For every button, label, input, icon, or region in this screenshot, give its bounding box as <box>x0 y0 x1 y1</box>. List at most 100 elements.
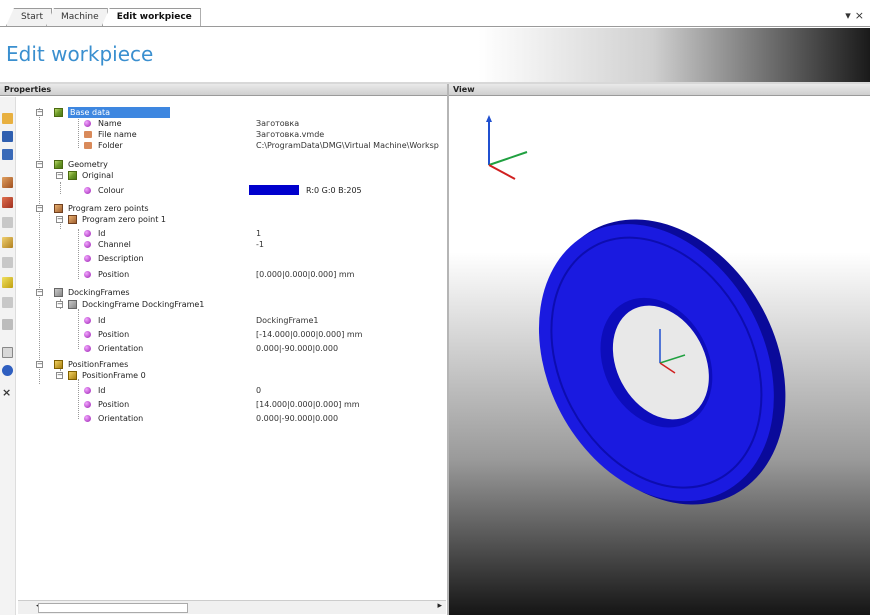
collapse-icon[interactable]: − <box>36 289 43 296</box>
tree-label: DockingFrame DockingFrame1 <box>82 300 205 309</box>
property-value: [14.000|0.000|0.000] mm <box>256 400 360 409</box>
close-icon[interactable]: × <box>855 9 864 22</box>
cube-add-icon[interactable] <box>2 237 13 248</box>
cube-icon <box>68 171 77 180</box>
tree-label: Description <box>98 254 144 263</box>
tree-label: Base data <box>68 107 171 118</box>
property-icon <box>84 255 91 262</box>
cube-icon <box>54 288 63 297</box>
tree-label: Position <box>98 330 130 339</box>
scrollbar-thumb[interactable] <box>38 603 188 613</box>
tree-row-df-id[interactable]: Id DockingFrame1 <box>18 315 446 326</box>
page-header: Edit workpiece <box>0 28 870 82</box>
property-value: DockingFrame1 <box>256 316 319 325</box>
property-icon <box>84 120 91 127</box>
axis-x-icon <box>488 164 516 180</box>
tree-row-geometry[interactable]: − Geometry <box>18 159 446 170</box>
delete-icon[interactable]: × <box>2 387 13 398</box>
cube-grey3-icon[interactable] <box>2 297 13 308</box>
tree-row-pf-id[interactable]: Id 0 <box>18 385 446 396</box>
property-value: [0.000|0.000|0.000] mm <box>256 270 355 279</box>
property-value: C:\ProgramData\DMG\Virtual Machine\Works… <box>256 141 439 150</box>
tree-row-name[interactable]: Name Заготовка <box>18 118 446 129</box>
axis-y-icon <box>488 151 528 166</box>
page-title: Edit workpiece <box>6 42 154 66</box>
tree-label: Id <box>98 229 106 238</box>
view-panel-header: View <box>449 84 870 96</box>
tree-row-pzp-position[interactable]: Position [0.000|0.000|0.000] mm <box>18 269 446 280</box>
collapse-icon[interactable]: − <box>36 205 43 212</box>
tab-start[interactable]: Start <box>6 8 52 26</box>
tree-label: Id <box>98 316 106 325</box>
tree-row-program-zero-point-1[interactable]: − Program zero point 1 <box>18 214 446 225</box>
property-value: 1 <box>256 229 262 238</box>
tree-row-pf-orientation[interactable]: Orientation 0.000|-90.000|0.000 <box>18 413 446 424</box>
property-value: Заготовка.vmde <box>256 130 325 139</box>
cube-icon <box>54 360 63 369</box>
colour-swatch[interactable] <box>249 185 299 195</box>
tree-row-pzp-channel[interactable]: Channel -1 <box>18 239 446 250</box>
save-icon[interactable] <box>2 131 13 142</box>
info-icon[interactable] <box>2 365 13 376</box>
tree-label: Position <box>98 270 130 279</box>
cube-icon <box>68 371 77 380</box>
cube-red-icon[interactable] <box>2 197 13 208</box>
property-value: 0.000|-90.000|0.000 <box>256 344 339 353</box>
tree-label: PositionFrames <box>68 360 129 369</box>
cube-grey-icon[interactable] <box>2 217 13 228</box>
tree-row-file-name[interactable]: File name Заготовка.vmde <box>18 129 446 140</box>
scroll-right-icon[interactable]: ▸ <box>437 601 442 611</box>
cube-icon <box>68 215 77 224</box>
tree-row-position-frames[interactable]: − PositionFrames <box>18 359 446 370</box>
tree-row-pf-position[interactable]: Position [14.000|0.000|0.000] mm <box>18 399 446 410</box>
property-icon <box>84 401 91 408</box>
tab-machine[interactable]: Machine <box>46 8 108 26</box>
tree-label: Original <box>82 171 114 180</box>
tree-row-position-frame-0[interactable]: − PositionFrame 0 <box>18 370 446 381</box>
property-icon <box>84 241 91 248</box>
window-controls: ▾ × <box>845 9 864 22</box>
cube-yellow-icon[interactable] <box>2 277 13 288</box>
cube-grey2-icon[interactable] <box>2 257 13 268</box>
tree-label: Program zero point 1 <box>82 215 167 224</box>
tree-row-pzp-description[interactable]: Description <box>18 253 446 264</box>
open-icon[interactable] <box>2 113 13 124</box>
viewport-canvas <box>486 115 786 505</box>
tree-label: PositionFrame 0 <box>82 371 146 380</box>
property-value: -1 <box>256 240 264 249</box>
cube-icon <box>54 160 63 169</box>
tree-row-program-zero-points[interactable]: − Program zero points <box>18 203 446 214</box>
collapse-icon[interactable]: − <box>56 172 63 179</box>
property-icon <box>84 187 91 194</box>
3d-viewport[interactable] <box>449 97 870 615</box>
export-icon[interactable] <box>2 347 13 358</box>
cube-icon <box>54 108 63 117</box>
tree-row-base-data[interactable]: − Base data <box>18 107 446 118</box>
dropdown-icon[interactable]: ▾ <box>845 9 851 22</box>
collapse-icon[interactable]: − <box>36 161 43 168</box>
tree-row-colour[interactable]: Colour R:0 G:0 B:205 <box>18 185 446 196</box>
property-icon <box>84 271 91 278</box>
collapse-icon[interactable]: − <box>36 361 43 368</box>
property-icon <box>84 317 91 324</box>
collapse-icon[interactable]: − <box>56 301 63 308</box>
tree-row-pzp-id[interactable]: Id 1 <box>18 228 446 239</box>
collapse-icon[interactable]: − <box>36 109 43 116</box>
collapse-icon[interactable]: − <box>56 372 63 379</box>
horizontal-scrollbar[interactable]: ◂ ▸ <box>18 600 446 614</box>
tab-bar: Start Machine Edit workpiece ▾ × <box>0 0 870 28</box>
property-value: [-14.000|0.000|0.000] mm <box>256 330 363 339</box>
tree-row-folder[interactable]: Folder C:\ProgramData\DMG\Virtual Machin… <box>18 140 446 151</box>
property-icon <box>84 230 91 237</box>
folder-icon <box>84 142 92 149</box>
tree-row-docking-frame-1[interactable]: − DockingFrame DockingFrame1 <box>18 299 446 310</box>
tree-row-original[interactable]: − Original <box>18 170 446 181</box>
tree-row-df-position[interactable]: Position [-14.000|0.000|0.000] mm <box>18 329 446 340</box>
collapse-icon[interactable]: − <box>56 216 63 223</box>
tab-edit-workpiece[interactable]: Edit workpiece <box>101 8 201 26</box>
cube-grey4-icon[interactable] <box>2 319 13 330</box>
tree-row-df-orientation[interactable]: Orientation 0.000|-90.000|0.000 <box>18 343 446 354</box>
tree-row-docking-frames[interactable]: − DockingFrames <box>18 287 446 298</box>
cube-icon[interactable] <box>2 177 13 188</box>
save-as-icon[interactable] <box>2 149 13 160</box>
